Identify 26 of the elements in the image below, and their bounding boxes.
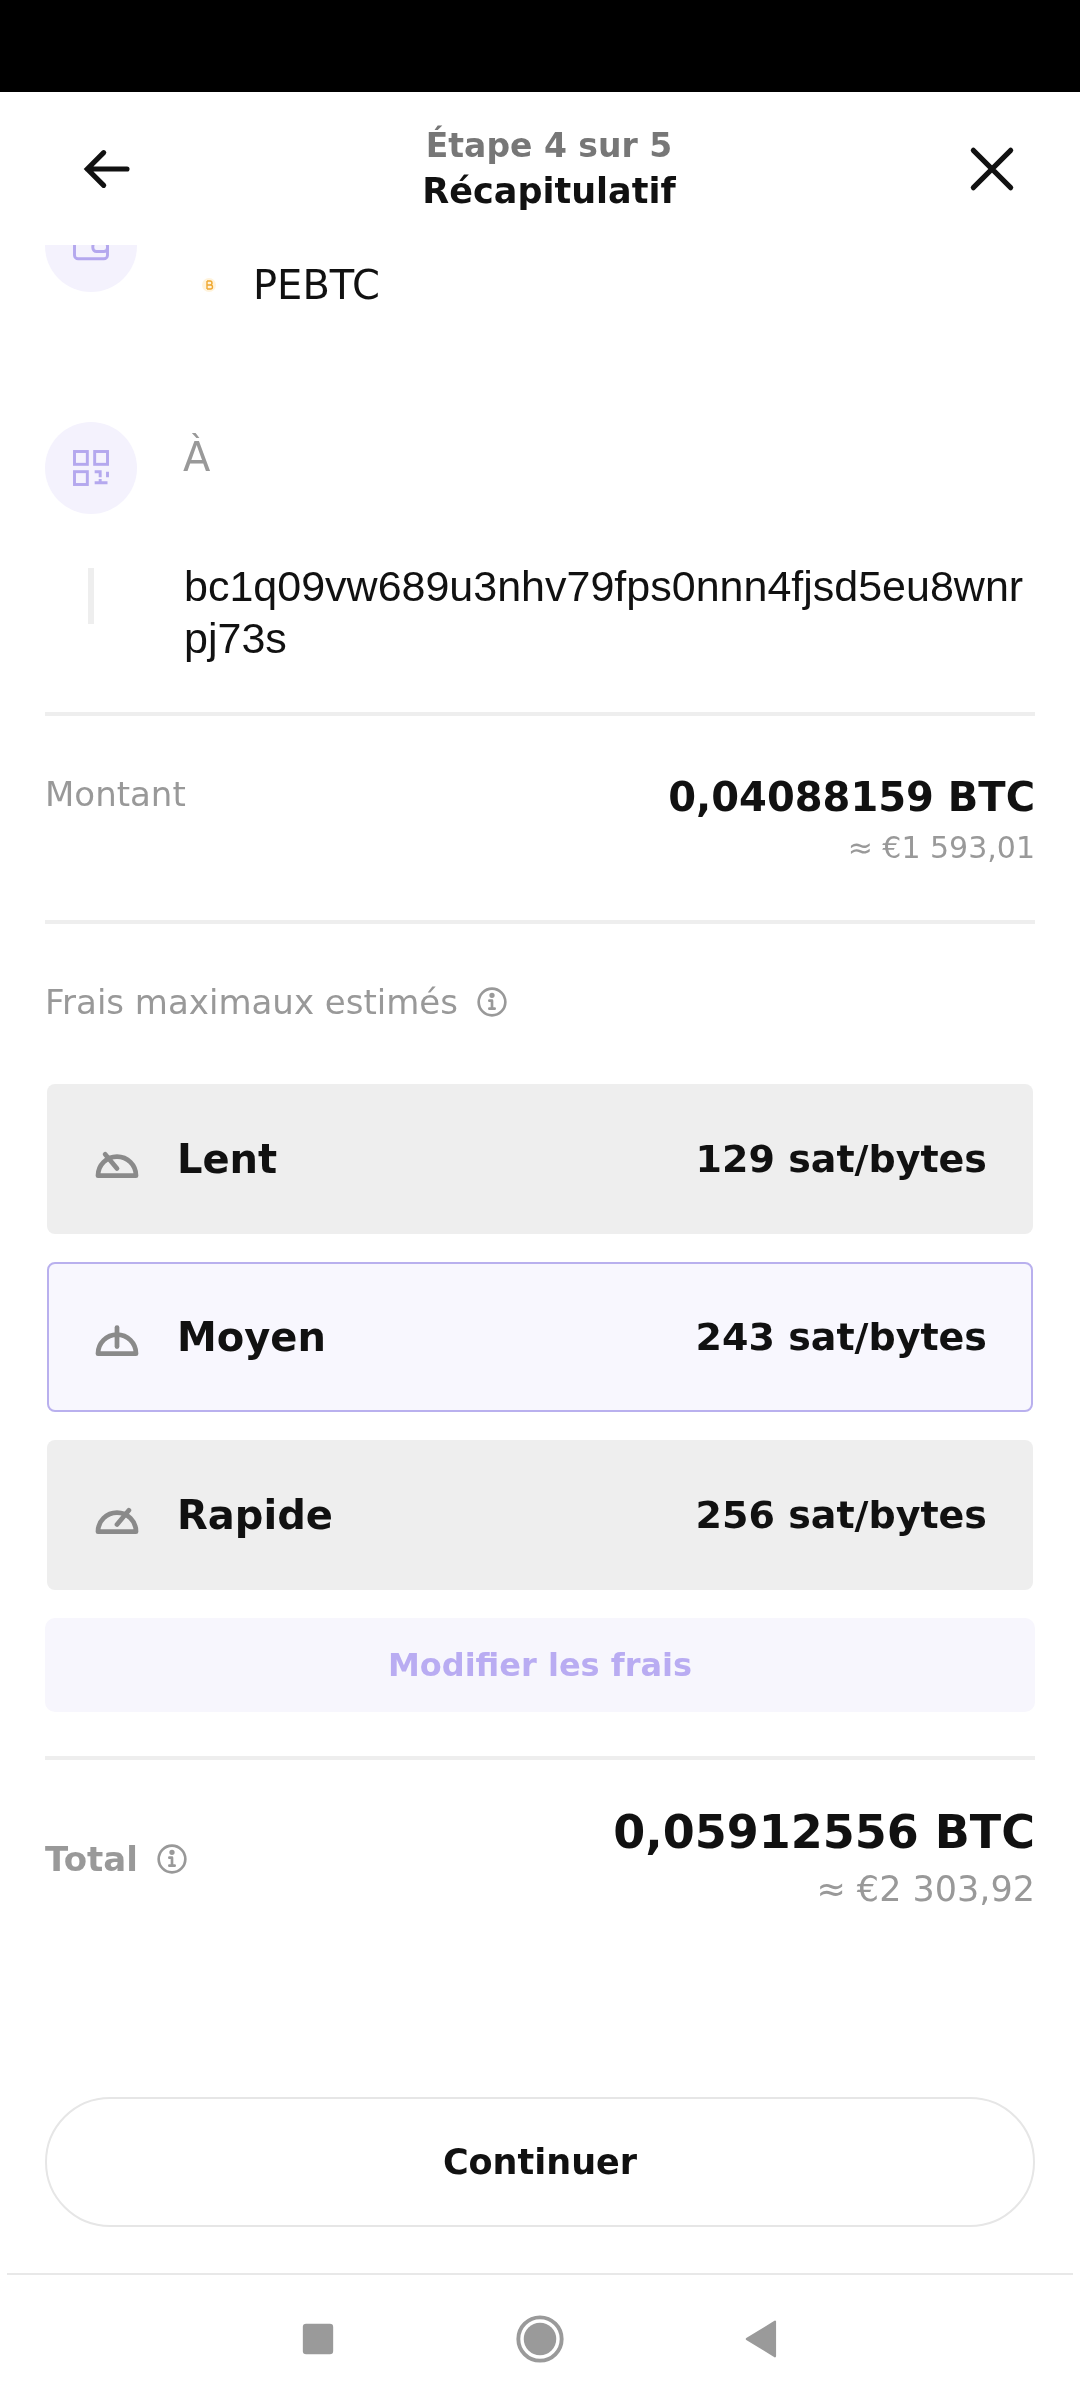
home-icon[interactable] (514, 2313, 566, 2365)
fee-name: Rapide (177, 1492, 334, 1538)
recipient-address: bc1q09vw689u3nhv79fps0nnn4fjsd5eu8wnrpj73s (184, 561, 1025, 664)
fee-option[interactable]: Moyen 243 sat/bytes (47, 1262, 1033, 1412)
info-icon[interactable] (155, 1843, 188, 1875)
fee-rate: 256 sat/bytes (695, 1493, 987, 1537)
fee-name: Moyen (177, 1314, 327, 1360)
recipient-label: À (183, 434, 211, 480)
fees-label: Frais maximaux estimés (45, 982, 458, 1022)
fee-option[interactable]: Lent 129 sat/bytes (47, 1084, 1033, 1234)
continue-button[interactable]: Continuer (45, 2097, 1035, 2227)
fee-option[interactable]: Rapide 256 sat/bytes (47, 1440, 1033, 1590)
fee-rate: 243 sat/bytes (695, 1315, 987, 1359)
amount-fiat: ≈ €1 593,01 (847, 830, 1035, 865)
fee-rate: 129 sat/bytes (695, 1137, 987, 1181)
total-label: Total (45, 1839, 138, 1879)
coin-icon (201, 277, 217, 293)
screen-title: Récapitulatif (422, 171, 676, 211)
step-indicator: Étape 4 sur 5 (425, 126, 673, 165)
total-fiat: ≈ €2 303,92 (816, 1869, 1035, 1909)
total-value: 0,05912556 BTC (613, 1805, 1035, 1859)
amount-label: Montant (45, 774, 186, 816)
info-icon[interactable] (476, 986, 508, 1018)
amount-value: 0,04088159 BTC (668, 774, 1035, 820)
fee-name: Lent (177, 1136, 279, 1182)
account-name: PEBTC (253, 262, 380, 308)
